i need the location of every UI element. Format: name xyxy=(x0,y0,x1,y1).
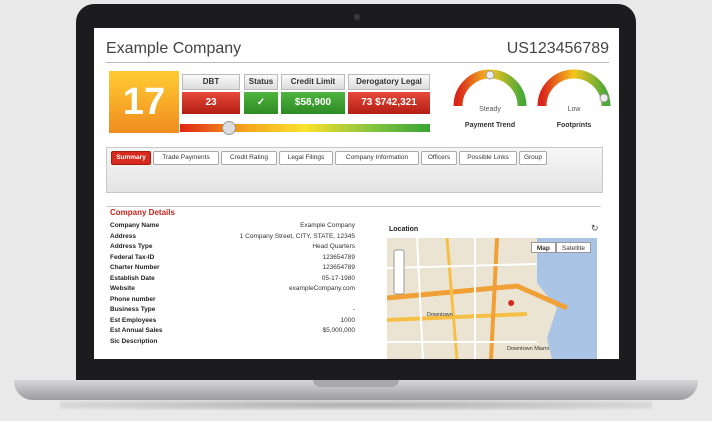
checkmark-icon: ✓ xyxy=(244,92,278,114)
risk-scale-marker xyxy=(222,121,236,135)
company-id: US123456789 xyxy=(506,40,609,57)
gauge-dial-icon xyxy=(453,69,527,107)
gauge-label: Payment Trend xyxy=(464,122,516,129)
detail-key: Federal Tax-ID xyxy=(110,253,155,261)
detail-key: Business Type xyxy=(110,306,156,313)
detail-value: Example Company xyxy=(300,222,355,229)
detail-value: 123654789 xyxy=(322,253,355,261)
tab-trade-payments[interactable]: Trade Payments xyxy=(153,151,219,165)
detail-row: Business Type - xyxy=(110,305,355,314)
detail-value: Head Quarters xyxy=(312,243,355,250)
detail-value: 1000 xyxy=(340,316,355,324)
gauge-label: Footprints xyxy=(556,122,592,129)
metric-label: Credit Limit xyxy=(281,74,345,90)
detail-row: Phone number xyxy=(110,295,355,304)
detail-key: Website xyxy=(110,285,135,292)
detail-key: Company Name xyxy=(110,222,160,229)
detail-row: Charter Number 123654789 xyxy=(110,263,355,272)
credit-score: 17 xyxy=(109,71,179,133)
metric-value: 23 xyxy=(182,92,240,114)
detail-row: Federal Tax-ID 123654789 xyxy=(110,253,355,262)
refresh-icon[interactable]: ↻ xyxy=(591,223,599,234)
detail-key: Address xyxy=(110,232,137,240)
laptop-shadow xyxy=(60,400,652,410)
detail-row: Est Employees 1000 xyxy=(110,316,355,325)
location-title: Location xyxy=(389,226,419,233)
detail-key: Phone number xyxy=(110,295,156,303)
camera-icon xyxy=(354,14,360,20)
detail-value: - xyxy=(352,306,355,313)
detail-row: Address 1 Company Street, CITY, STATE, 12… xyxy=(110,232,355,241)
map-label: Downtown xyxy=(427,312,453,318)
map-type-toggle: Map Satellite xyxy=(530,242,591,253)
metric-value: $58,900 xyxy=(281,92,345,114)
satellite-button[interactable]: Satellite xyxy=(555,242,591,253)
company-name-title: Example Company xyxy=(106,40,242,57)
payment-trend-gauge: Steady Payment Trend xyxy=(450,68,530,132)
laptop-notch xyxy=(313,380,399,387)
map-pin-icon[interactable]: ● xyxy=(507,294,515,310)
gauge-value: Steady xyxy=(479,106,501,113)
detail-row: Sic Description xyxy=(110,337,355,346)
detail-row: Establish Date 05-17-1980 xyxy=(110,274,355,283)
page-header: Example Company US123456789 xyxy=(106,40,609,63)
metric-credit-limit: Credit Limit $58,900 xyxy=(281,74,345,120)
location-map[interactable]: ● Downtown Downtown Miami Map Satellite xyxy=(387,238,597,359)
metric-status: Status ✓ xyxy=(244,74,278,120)
detail-row: Website exampleCompany.com xyxy=(110,284,355,293)
section-title: Company Details xyxy=(110,208,175,217)
detail-key: Est Employees xyxy=(110,316,157,324)
company-details-section: Company Details Company Name Example Comp… xyxy=(106,206,601,359)
screen: Example Company US123456789 17 DBT 23 St… xyxy=(94,28,619,359)
metric-derogatory-legal: Derogatory Legal 73 $742,321 xyxy=(348,74,430,120)
map-button[interactable]: Map xyxy=(530,242,556,253)
tab-legal-filings[interactable]: Legal Filings xyxy=(279,151,333,165)
gauge-value: Low xyxy=(567,106,581,113)
metric-label: DBT xyxy=(182,74,240,90)
metric-label: Derogatory Legal xyxy=(348,74,430,90)
footprints-gauge: Low Footprints xyxy=(534,68,614,132)
detail-key: Charter Number xyxy=(110,264,160,271)
detail-value: exampleCompany.com xyxy=(289,285,355,292)
detail-key: Address Type xyxy=(110,243,153,250)
detail-value: 123654789 xyxy=(322,264,355,271)
tab-officers[interactable]: Officers xyxy=(421,151,457,165)
detail-key: Establish Date xyxy=(110,274,155,282)
map-label: Downtown Miami xyxy=(507,346,549,352)
map-graphic xyxy=(387,238,597,359)
metric-value: 73 $742,321 xyxy=(348,92,430,114)
metric-label: Status xyxy=(244,74,278,90)
detail-row: Company Name Example Company xyxy=(110,221,355,230)
detail-key: Est Annual Sales xyxy=(110,327,163,334)
detail-value: 1 Company Street, CITY, STATE, 12345 xyxy=(239,232,355,240)
tab-group[interactable]: Group xyxy=(519,151,547,165)
risk-scale-bar xyxy=(180,124,430,132)
gauge-dial-icon xyxy=(537,69,611,107)
metric-dbt: DBT 23 xyxy=(182,74,240,120)
detail-row: Address Type Head Quarters xyxy=(110,242,355,251)
detail-key: Sic Description xyxy=(110,337,158,345)
detail-value: $5,000,000 xyxy=(322,327,355,334)
tab-credit-rating[interactable]: Credit Rating xyxy=(221,151,277,165)
tab-summary[interactable]: Summary xyxy=(111,151,151,165)
detail-value: 05-17-1980 xyxy=(321,274,355,282)
tab-possible-links[interactable]: Possible Links xyxy=(459,151,517,165)
detail-row: Est Annual Sales $5,000,000 xyxy=(110,326,355,335)
tab-company-information[interactable]: Company Information xyxy=(335,151,419,165)
tab-bar: Summary Trade Payments Credit Rating Leg… xyxy=(106,147,603,193)
